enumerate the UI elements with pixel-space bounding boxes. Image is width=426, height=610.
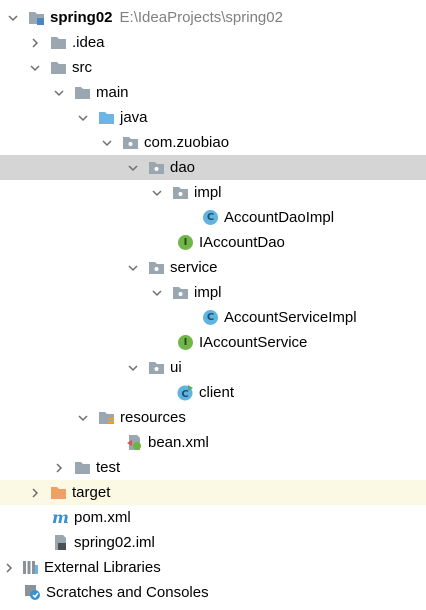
package-icon: [148, 359, 165, 376]
tree-node-java[interactable]: java: [0, 105, 426, 130]
node-label: main: [96, 84, 129, 101]
tree-node-iaccount-dao[interactable]: I IAccountDao: [0, 230, 426, 255]
resources-folder-icon: [98, 409, 115, 426]
node-label: IAccountDao: [199, 234, 285, 251]
chevron-down-icon[interactable]: [150, 286, 164, 300]
tree-node-account-service-impl[interactable]: C AccountServiceImpl: [0, 305, 426, 330]
module-file-icon: [52, 534, 69, 551]
package-icon: [148, 159, 165, 176]
tree-node-test[interactable]: test: [0, 455, 426, 480]
tree-node-iml[interactable]: spring02.iml: [0, 530, 426, 555]
chevron-right-icon[interactable]: [52, 461, 66, 475]
node-label: pom.xml: [74, 509, 131, 526]
tree-node-main[interactable]: main: [0, 80, 426, 105]
node-label: .idea: [72, 34, 105, 51]
class-icon: C: [202, 309, 219, 326]
node-label: impl: [194, 184, 222, 201]
chevron-down-icon[interactable]: [126, 161, 140, 175]
chevron-right-icon[interactable]: [28, 486, 42, 500]
folder-icon: [74, 459, 91, 476]
folder-icon: [50, 59, 67, 76]
node-label: service: [170, 259, 218, 276]
chevron-down-icon[interactable]: [6, 11, 20, 25]
tree-node-pom[interactable]: m pom.xml: [0, 505, 426, 530]
node-label: External Libraries: [44, 559, 161, 576]
tree-node-dao-impl[interactable]: impl: [0, 180, 426, 205]
tree-node-resources[interactable]: resources: [0, 405, 426, 430]
node-label: client: [199, 384, 235, 401]
class-icon-letter: C: [203, 310, 218, 325]
tree-node-ui[interactable]: ui: [0, 355, 426, 380]
package-icon: [172, 184, 189, 201]
node-label: java: [120, 109, 148, 126]
tree-node-service-impl[interactable]: impl: [0, 280, 426, 305]
class-icon: C: [202, 209, 219, 226]
interface-icon: I: [177, 234, 194, 251]
tree-node-service[interactable]: service: [0, 255, 426, 280]
tree-node-iaccount-service[interactable]: I IAccountService: [0, 330, 426, 355]
runnable-class-icon: C: [177, 384, 194, 401]
node-label: target: [72, 484, 111, 501]
project-name: spring02: [50, 9, 113, 26]
spring-xml-icon: [126, 434, 143, 451]
excluded-folder-icon: [50, 484, 67, 501]
tree-node-src[interactable]: src: [0, 55, 426, 80]
tree-node-dao[interactable]: dao: [0, 155, 426, 180]
package-icon: [172, 284, 189, 301]
tree-node-target[interactable]: target: [0, 480, 426, 505]
node-label: dao: [170, 159, 196, 176]
class-icon-letter: C: [203, 210, 218, 225]
node-label: AccountServiceImpl: [224, 309, 357, 326]
chevron-down-icon[interactable]: [126, 361, 140, 375]
interface-icon: I: [177, 334, 194, 351]
chevron-down-icon[interactable]: [150, 186, 164, 200]
package-icon: [122, 134, 139, 151]
folder-icon: [50, 34, 67, 51]
chevron-down-icon[interactable]: [100, 136, 114, 150]
node-label: AccountDaoImpl: [224, 209, 335, 226]
node-label: IAccountService: [199, 334, 308, 351]
folder-icon: [74, 84, 91, 101]
maven-icon: m: [52, 508, 69, 527]
tree-node-package[interactable]: com.zuobiao: [0, 130, 426, 155]
scratches-icon: [24, 584, 41, 601]
chevron-down-icon[interactable]: [76, 411, 90, 425]
node-label: resources: [120, 409, 186, 426]
project-path: E:\IdeaProjects\spring02: [119, 9, 283, 26]
module-folder-icon: [28, 9, 45, 26]
chevron-down-icon[interactable]: [28, 61, 42, 75]
svg-text:C: C: [181, 389, 188, 400]
chevron-down-icon[interactable]: [52, 86, 66, 100]
node-label: bean.xml: [148, 434, 209, 451]
chevron-down-icon[interactable]: [76, 111, 90, 125]
tree-node-idea[interactable]: .idea: [0, 30, 426, 55]
node-label: src: [72, 59, 92, 76]
chevron-down-icon[interactable]: [126, 261, 140, 275]
tree-node-client[interactable]: C client: [0, 380, 426, 405]
node-label: test: [96, 459, 121, 476]
tree-node-scratches[interactable]: Scratches and Consoles: [0, 580, 426, 605]
interface-icon-letter: I: [178, 335, 193, 350]
project-tree: spring02 E:\IdeaProjects\spring02 .idea …: [0, 0, 426, 610]
node-label: spring02.iml: [74, 534, 155, 551]
tree-node-account-dao-impl[interactable]: C AccountDaoImpl: [0, 205, 426, 230]
tree-node-spring02[interactable]: spring02 E:\IdeaProjects\spring02: [0, 5, 426, 30]
package-icon: [148, 259, 165, 276]
chevron-right-icon[interactable]: [28, 36, 42, 50]
tree-node-external-libraries[interactable]: External Libraries: [0, 555, 426, 580]
node-label: impl: [194, 284, 222, 301]
interface-icon-letter: I: [178, 235, 193, 250]
node-label: com.zuobiao: [144, 134, 230, 151]
node-label: ui: [170, 359, 182, 376]
tree-node-bean-xml[interactable]: bean.xml: [0, 430, 426, 455]
library-icon: [22, 559, 39, 576]
source-folder-icon: [98, 109, 115, 126]
node-label: Scratches and Consoles: [46, 584, 209, 601]
chevron-right-icon[interactable]: [2, 561, 16, 575]
